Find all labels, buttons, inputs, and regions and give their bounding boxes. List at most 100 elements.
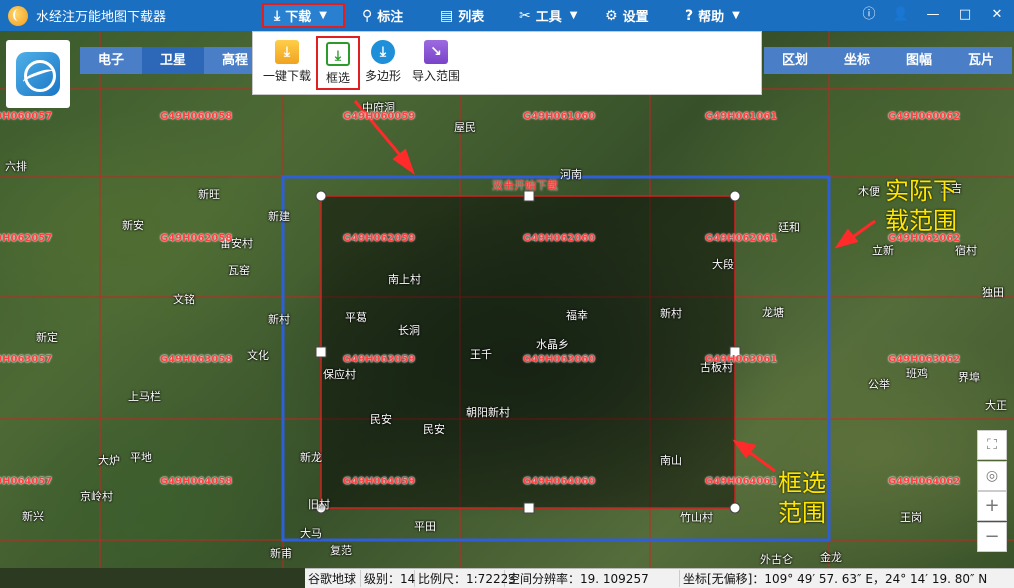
place-label: 朝阳新村	[466, 406, 510, 419]
status-resolution: 空间分辨率：19. 109257	[505, 570, 680, 587]
tile-label: G49H064060	[523, 476, 596, 487]
zoom-out-button[interactable]: −	[977, 522, 1007, 552]
chevron-down-icon: ▼	[319, 10, 327, 21]
place-label: 新定	[36, 331, 58, 344]
menu-download-label: 下载	[285, 10, 312, 25]
tile-label: G49H063057	[0, 354, 53, 365]
map-view[interactable]: 六排 新旺 新安 雷安村 新建 瓦窑 文铭 新定 文化 平葛 长洞 福幸 新村 王千 水晶乡 保应村 民安 民安朝…	[0, 31, 1014, 568]
place-label: 新甫	[270, 547, 292, 560]
tile-label: G49H063062	[888, 354, 961, 365]
place-label: 新旺	[198, 188, 220, 201]
place-label: 福幸	[566, 309, 588, 322]
tile-label: G49H064059	[343, 476, 416, 487]
tab-region[interactable]: 区划	[764, 47, 826, 74]
place-label: 独田	[982, 286, 1004, 299]
place-label: 屋民	[454, 121, 476, 134]
tile-label: G49H062061	[705, 233, 778, 244]
menu-tools-label: 工具	[535, 10, 562, 25]
tile-label: G49H060062	[888, 111, 961, 122]
locate-button[interactable]: ◎	[977, 461, 1007, 491]
menu-mark-label: 标注	[377, 10, 404, 25]
app-title: 水经注万能地图下载器	[36, 10, 167, 25]
tile-label: G49H061061	[705, 111, 778, 122]
place-label: 新建	[268, 210, 290, 223]
place-label: 新村	[660, 307, 682, 320]
menu-help[interactable]: ? 帮助 ▼	[685, 3, 740, 28]
tab-map-sheet[interactable]: 图幅	[888, 47, 950, 74]
map-type-tabs: 电子 卫星 高程	[80, 47, 266, 74]
tile-label: G49H060057	[0, 111, 53, 122]
gear-icon: ⚙	[605, 7, 618, 24]
place-label: 平田	[414, 520, 436, 533]
tile-grid-overlay	[0, 31, 1014, 568]
tools-icon: ✂	[519, 7, 531, 24]
user-icon[interactable]: 👤	[892, 6, 910, 24]
minimize-button[interactable]: —	[924, 6, 942, 24]
close-button[interactable]: ✕	[988, 6, 1006, 24]
menu-tools[interactable]: ✂ 工具 ▼	[519, 3, 577, 28]
place-label: 大正	[985, 399, 1007, 412]
map-source-button[interactable]	[6, 40, 70, 108]
maximize-button[interactable]: □	[956, 6, 974, 24]
status-coordinates: 坐标[无偏移]：109° 49′ 57. 63″ E，24° 14′ 19. 8…	[683, 572, 988, 586]
tile-label: G49H060058	[160, 111, 233, 122]
one-key-download-button[interactable]: ⤓ 一键下载	[261, 36, 313, 90]
tab-satellite[interactable]: 卫星	[142, 47, 204, 74]
place-label: 新村	[268, 313, 290, 326]
polygon-label: 多边形	[364, 69, 401, 83]
place-label: 大段	[712, 258, 734, 271]
import-range-button[interactable]: ↘ 导入范围	[411, 36, 461, 90]
annotation-line: 实际下	[885, 177, 957, 205]
place-label: 外古仑	[760, 553, 793, 566]
box-download-icon: ⤓	[326, 42, 350, 66]
zoom-in-button[interactable]: +	[977, 491, 1007, 521]
tab-coordinates[interactable]: 坐标	[826, 47, 888, 74]
menu-list-label: 列表	[458, 10, 485, 25]
place-label: 新龙	[300, 451, 322, 464]
menu-list[interactable]: ▤ 列表	[440, 3, 484, 28]
place-label: 宿村	[955, 244, 977, 257]
box-select-button[interactable]: ⤓ 框选	[316, 36, 360, 90]
menu-help-label: 帮助	[698, 10, 725, 25]
place-label: 瓦窑	[228, 264, 250, 277]
status-bar: 谷歌地球 级别：14 比例尺：1:72223 空间分辨率：19. 109257 …	[305, 568, 1014, 588]
place-label: 竹山村	[680, 511, 713, 524]
menu-settings[interactable]: ⚙ 设置	[605, 3, 649, 28]
selection-handle[interactable]	[729, 190, 741, 202]
selection-handle[interactable]	[315, 346, 327, 358]
selection-handle[interactable]	[523, 502, 535, 514]
tile-label: G49H062059	[343, 233, 416, 244]
globe-icon	[16, 52, 60, 96]
polygon-button[interactable]: ⤓ 多边形	[363, 36, 403, 90]
selection-handle[interactable]	[315, 190, 327, 202]
chevron-down-icon: ▼	[732, 10, 740, 21]
menu-download[interactable]: ⤓ 下载 ▼	[262, 3, 345, 28]
place-label: 龙塘	[762, 306, 784, 319]
place-label: 复范	[330, 544, 352, 557]
place-label: 新安	[122, 219, 144, 232]
tab-tiles[interactable]: 瓦片	[950, 47, 1012, 74]
help-icon: ?	[685, 7, 694, 24]
annotation-box-range: 框选 范围	[778, 468, 826, 528]
status-level: 级别：14	[361, 570, 415, 587]
tile-label: G49H064061	[705, 476, 778, 487]
place-label: 水晶乡	[536, 338, 569, 351]
info-icon[interactable]: ⓘ	[860, 6, 878, 24]
place-label: 保应村	[323, 368, 356, 381]
place-label: 立新	[872, 244, 894, 257]
place-label: 旧村	[308, 498, 330, 511]
selection-handle[interactable]	[729, 502, 741, 514]
tile-label: G49H063058	[160, 354, 233, 365]
status-scale: 比例尺：1:72223	[415, 570, 516, 587]
fullscreen-button[interactable]: ⛶	[977, 430, 1007, 460]
one-key-download-label: 一键下载	[262, 69, 311, 83]
tab-electronic[interactable]: 电子	[80, 47, 142, 74]
import-range-label: 导入范围	[411, 69, 460, 83]
menu-mark[interactable]: ⚲ 标注	[362, 3, 403, 28]
download-icon: ⤓	[274, 7, 281, 24]
tile-label: G49H064062	[888, 476, 961, 487]
place-label: 公举	[868, 378, 890, 391]
place-label: 河南	[560, 168, 582, 181]
place-label: 金龙	[820, 551, 842, 564]
tile-label: G49H063060	[523, 354, 596, 365]
